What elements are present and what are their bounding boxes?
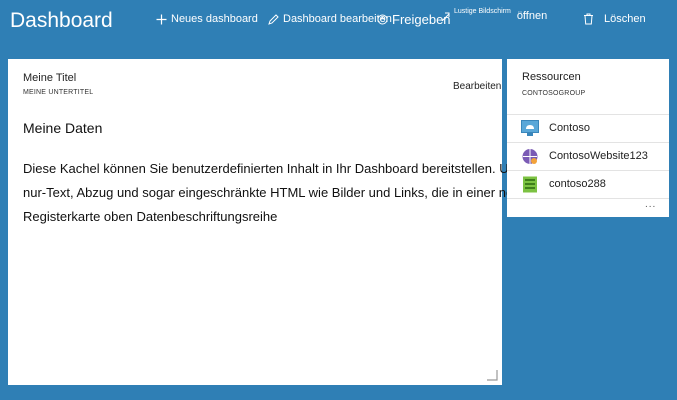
share-icon bbox=[377, 14, 388, 25]
open-label: öffnen bbox=[516, 10, 548, 22]
delete-button[interactable]: Löschen bbox=[583, 13, 646, 25]
plus-icon bbox=[156, 14, 167, 24]
dashboard-title: Dashboard bbox=[10, 9, 113, 32]
new-dashboard-button[interactable]: Neues dashboard bbox=[156, 13, 258, 25]
resources-tile[interactable]: Ressourcen CONTOSOGROUP Contoso ContosoW… bbox=[507, 59, 669, 217]
tile-subtitle: MEINE UNTERTITEL bbox=[23, 89, 94, 96]
resource-label: Contoso bbox=[549, 122, 590, 134]
delete-label: Löschen bbox=[604, 13, 646, 25]
share-button[interactable]: Freigeben bbox=[377, 12, 451, 27]
fun-screen-label: Lustige Bildschirm bbox=[454, 7, 511, 15]
open-fun-screen-button[interactable]: Lustige Bildschirm öffnen bbox=[441, 7, 548, 22]
resource-label: ContosoWebsite123 bbox=[549, 150, 648, 162]
cloud-service-icon bbox=[521, 120, 539, 136]
resources-subtitle: CONTOSOGROUP bbox=[522, 90, 586, 97]
resize-handle-icon[interactable] bbox=[486, 369, 498, 381]
storage-icon bbox=[523, 176, 537, 193]
tile-title: Meine Titel bbox=[23, 72, 77, 84]
resources-list: Contoso ContosoWebsite123 contoso288 bbox=[507, 114, 669, 199]
resource-item-contoso[interactable]: Contoso bbox=[507, 114, 669, 142]
edit-dashboard-button[interactable]: Dashboard bearbeiten bbox=[268, 13, 392, 25]
new-dashboard-label: Neues dashboard bbox=[171, 13, 258, 25]
edit-dashboard-label: Dashboard bearbeiten bbox=[283, 13, 392, 25]
resource-item-contosowebsite123[interactable]: ContosoWebsite123 bbox=[507, 142, 669, 170]
pencil-icon bbox=[268, 13, 279, 25]
resource-item-contoso288[interactable]: contoso288 bbox=[507, 170, 669, 199]
arrow-open-icon bbox=[441, 12, 450, 21]
tile-edit-link[interactable]: Bearbeiten bbox=[453, 81, 501, 92]
tile-heading: Meine Daten bbox=[23, 120, 103, 136]
resources-title: Ressourcen bbox=[522, 71, 581, 83]
resource-label: contoso288 bbox=[549, 178, 606, 190]
top-bar: Dashboard Neues dashboard Dashboard bear… bbox=[0, 0, 677, 44]
more-icon[interactable]: ... bbox=[645, 199, 656, 210]
markdown-tile[interactable]: Meine Titel MEINE UNTERTITEL Bearbeiten … bbox=[8, 59, 562, 385]
trash-icon bbox=[584, 13, 593, 25]
website-icon bbox=[522, 149, 538, 164]
